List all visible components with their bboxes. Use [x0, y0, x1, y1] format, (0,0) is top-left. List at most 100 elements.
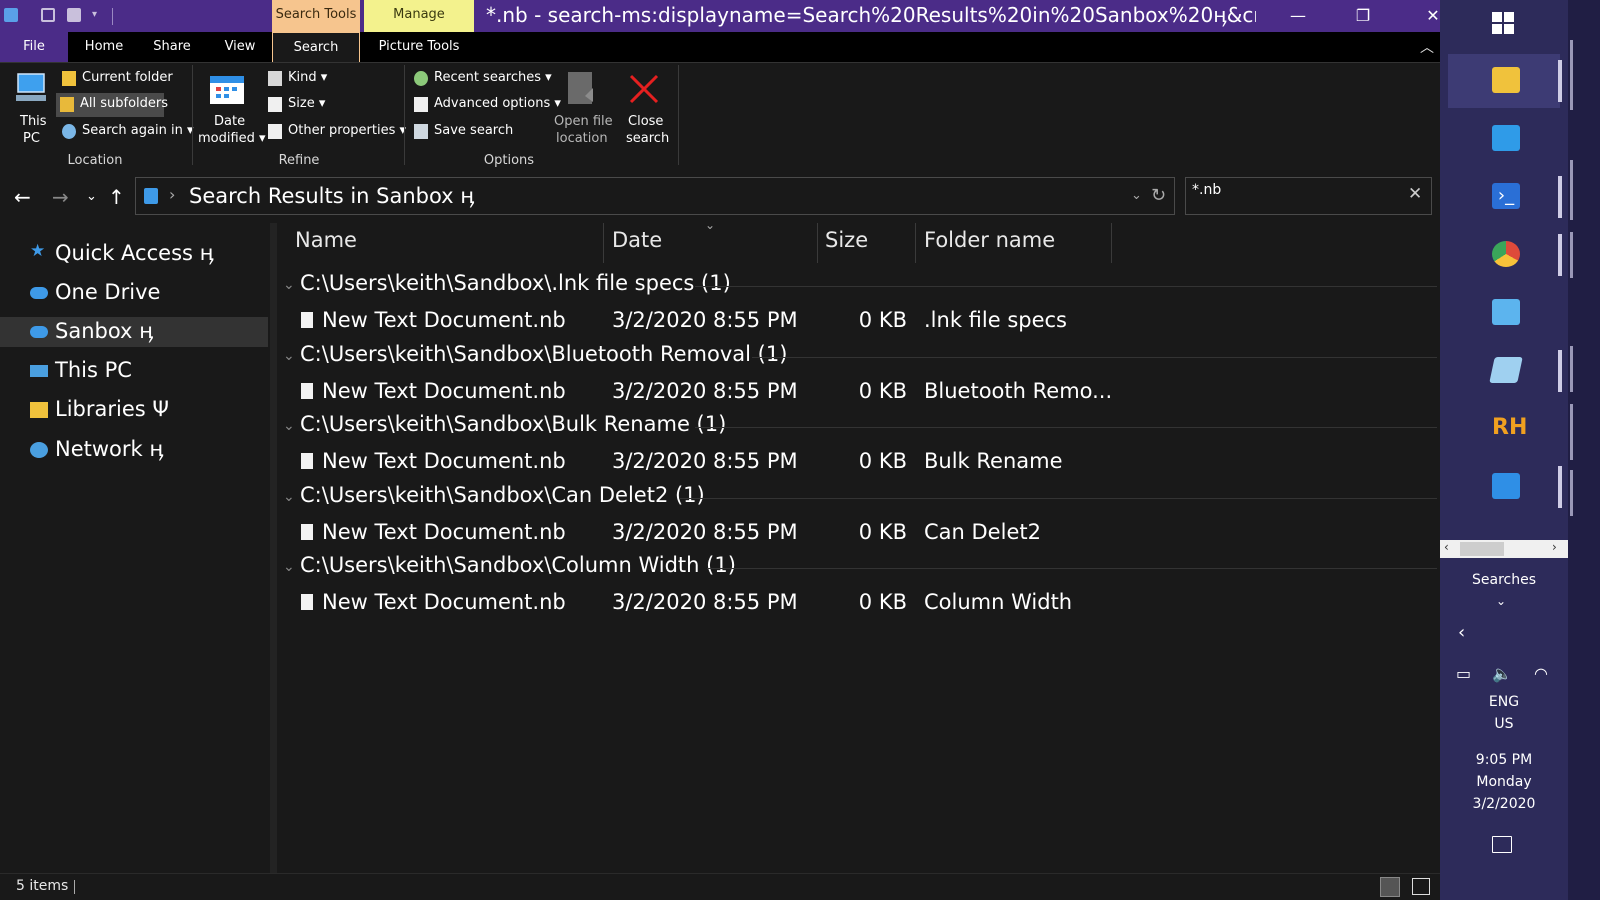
taskbar-app-mail[interactable] — [1448, 460, 1562, 514]
nav-item-network[interactable]: Network ӊ — [0, 435, 268, 465]
large-icons-view-icon[interactable] — [1412, 878, 1430, 895]
column-separator[interactable] — [603, 223, 604, 263]
input-language[interactable]: ENG — [1440, 694, 1568, 710]
scroll-left-icon[interactable]: ‹ — [1444, 540, 1449, 554]
clear-search-icon[interactable]: ✕ — [1408, 184, 1422, 204]
group-header[interactable]: ⌄ C:\Users\keith\Sandbox\Bluetooth Remov… — [277, 342, 1437, 372]
column-header-size[interactable]: Size — [825, 228, 868, 252]
group-header[interactable]: ⌄ C:\Users\keith\Sandbox\Can Delet2 (1) — [277, 483, 1437, 513]
battery-icon[interactable]: ▭ — [1456, 664, 1471, 683]
close-search-label-1: Close — [628, 114, 664, 129]
clock-day[interactable]: Monday — [1440, 774, 1568, 790]
nav-item-this-pc[interactable]: This PC — [0, 356, 268, 386]
scroll-thumb[interactable] — [1460, 542, 1504, 556]
taskbar-app-rh[interactable]: RH — [1448, 402, 1560, 456]
input-region[interactable]: US — [1440, 716, 1568, 732]
volume-icon[interactable]: 🔈 — [1492, 664, 1512, 683]
taskbar-app-remote-desktop[interactable] — [1448, 286, 1560, 340]
column-separator[interactable] — [915, 223, 916, 263]
edge-indicator — [1570, 404, 1573, 460]
search-again-button[interactable]: Search again in ▾ — [58, 120, 194, 144]
tab-share[interactable]: Share — [142, 32, 202, 62]
wifi-icon[interactable]: ◠ — [1534, 664, 1548, 683]
search-input[interactable] — [1192, 182, 1392, 198]
minimize-button[interactable]: — — [1275, 0, 1321, 32]
up-arrow-icon[interactable]: ↑ — [108, 185, 125, 209]
close-search-button[interactable]: Close search — [618, 67, 674, 151]
taskbar-scrollbar[interactable]: ‹ › — [1440, 540, 1568, 558]
column-separator[interactable] — [817, 223, 818, 263]
nav-item-libraries[interactable]: Libraries Ψ — [0, 395, 268, 425]
taskbar-app-file-explorer[interactable] — [1448, 54, 1562, 108]
windows-start-icon[interactable] — [1492, 12, 1514, 34]
show-hidden-icons-icon[interactable]: ‹ — [1458, 622, 1465, 643]
group-header[interactable]: ⌄ C:\Users\keith\Sandbox\Column Width (1… — [277, 553, 1437, 583]
collapse-chevron-icon[interactable]: ⌄ — [283, 348, 295, 364]
other-properties-button[interactable]: Other properties ▾ — [264, 120, 406, 144]
all-subfolders-button[interactable]: All subfolders — [56, 93, 168, 117]
taskbar-app-powershell[interactable]: ›_ — [1448, 170, 1562, 224]
clock-time[interactable]: 9:05 PM — [1440, 752, 1568, 768]
open-file-location-button[interactable]: Open file location — [550, 67, 613, 151]
collapse-chevron-icon[interactable]: ⌄ — [283, 559, 295, 575]
file-row[interactable]: New Text Document.nb 3/2/2020 8:55 PM 0 … — [277, 588, 1437, 618]
file-row[interactable]: New Text Document.nb 3/2/2020 8:55 PM 0 … — [277, 518, 1437, 548]
context-tab-search-tools: Search Tools — [272, 0, 360, 32]
forward-arrow-icon[interactable]: → — [52, 185, 69, 209]
breadcrumb-chevron-icon[interactable]: › — [169, 185, 175, 204]
expand-chevron-icon[interactable]: ⌄ — [1496, 594, 1506, 608]
title-bar[interactable]: ▾ Search Tools Manage *.nb - search-ms:d… — [0, 0, 1470, 32]
column-header-name[interactable]: Name — [295, 228, 357, 252]
group-header[interactable]: ⌄ C:\Users\keith\Sandbox\Bulk Rename (1) — [277, 412, 1437, 442]
collapse-chevron-icon[interactable]: ⌄ — [283, 277, 295, 293]
new-folder-icon[interactable] — [67, 8, 81, 22]
recent-locations-chevron-icon[interactable]: ⌄ — [86, 189, 97, 204]
clock-date[interactable]: 3/2/2020 — [1440, 796, 1568, 812]
column-header-date[interactable]: Date — [612, 228, 662, 252]
properties-icon[interactable] — [41, 8, 55, 22]
tab-picture-tools[interactable]: Picture Tools — [364, 32, 474, 62]
tab-view[interactable]: View — [210, 32, 270, 62]
tab-search[interactable]: Search — [272, 32, 360, 63]
column-separator[interactable] — [1111, 223, 1112, 263]
collapse-ribbon-icon[interactable]: ︿ — [1420, 37, 1434, 57]
taskbar-app-notes[interactable] — [1448, 344, 1562, 398]
save-search-button[interactable]: Save search — [410, 120, 520, 144]
collapse-chevron-icon[interactable]: ⌄ — [283, 489, 295, 505]
scroll-right-icon[interactable]: › — [1552, 540, 1557, 554]
search-box[interactable]: ✕ — [1185, 177, 1432, 215]
group-header[interactable]: ⌄ C:\Users\keith\Sandbox\.lnk file specs… — [277, 271, 1437, 301]
back-arrow-icon[interactable]: ← — [14, 185, 31, 209]
searches-label[interactable]: Searches — [1440, 572, 1568, 588]
file-row[interactable]: New Text Document.nb 3/2/2020 8:55 PM 0 … — [277, 447, 1437, 477]
taskbar-app-chrome[interactable] — [1448, 228, 1562, 282]
file-row[interactable]: New Text Document.nb 3/2/2020 8:55 PM 0 … — [277, 377, 1437, 407]
taskbar-app-desktop[interactable] — [1448, 112, 1560, 166]
refresh-icon[interactable]: ↻ — [1151, 185, 1166, 206]
app-icon[interactable] — [4, 8, 18, 22]
pane-splitter[interactable] — [270, 223, 277, 873]
action-center-icon[interactable] — [1492, 836, 1512, 853]
this-pc-button[interactable]: This PC — [8, 67, 54, 151]
advanced-options-button[interactable]: Advanced options ▾ — [410, 93, 561, 117]
nav-item-quick-access[interactable]: ★ Quick Access ӊ — [0, 239, 268, 269]
size-button[interactable]: Size ▾ — [264, 93, 334, 117]
kind-button[interactable]: Kind ▾ — [264, 67, 334, 91]
date-modified-button[interactable]: Date modified ▾ — [196, 67, 266, 151]
customize-qat-icon[interactable]: ▾ — [92, 9, 106, 23]
recent-searches-button[interactable]: Recent searches ▾ — [410, 67, 552, 91]
address-bar[interactable]: › Search Results in Sanbox ӊ ⌄ ↻ — [135, 177, 1175, 215]
nav-item-one-drive[interactable]: One Drive — [0, 278, 268, 308]
address-dropdown-icon[interactable]: ⌄ — [1131, 188, 1142, 203]
maximize-button[interactable]: ❐ — [1340, 0, 1386, 32]
current-folder-button[interactable]: Current folder — [58, 67, 173, 91]
tab-home[interactable]: Home — [74, 32, 134, 62]
address-path[interactable]: Search Results in Sanbox ӊ — [189, 184, 475, 208]
ribbon: This PC Current folder All subfolders Se… — [0, 62, 1470, 172]
file-row[interactable]: New Text Document.nb 3/2/2020 8:55 PM 0 … — [277, 306, 1437, 336]
tab-file[interactable]: File — [0, 32, 68, 62]
details-view-icon[interactable] — [1380, 877, 1400, 897]
collapse-chevron-icon[interactable]: ⌄ — [283, 418, 295, 434]
nav-item-sanbox[interactable]: Sanbox ӊ — [0, 317, 268, 347]
column-header-folder[interactable]: Folder name — [924, 228, 1055, 252]
